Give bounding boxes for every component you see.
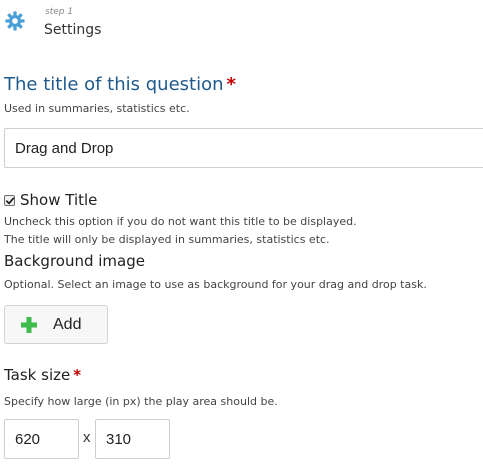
show-title-label: Show Title <box>20 191 98 209</box>
size-separator: x <box>83 429 91 446</box>
show-title-description-line2: The title will only be displayed in summ… <box>4 233 330 246</box>
question-title-label: The title of this question * <box>4 74 236 95</box>
task-size-description: Specify how large (in px) the play area … <box>4 395 278 408</box>
task-size-required-marker: * <box>73 366 82 384</box>
add-background-button[interactable]: Add <box>4 305 108 344</box>
task-width-input[interactable] <box>4 419 79 459</box>
gear-icon <box>5 11 25 31</box>
task-size-label: Task size * <box>4 366 81 384</box>
background-image-label: Background image <box>4 252 145 270</box>
step-number: step 1 <box>45 7 74 17</box>
step-header: step 1 Settings <box>0 0 483 48</box>
add-button-label: Add <box>53 316 82 333</box>
show-title-checkbox[interactable] <box>4 195 15 206</box>
question-title-text: The title of this question <box>4 74 224 95</box>
background-image-description: Optional. Select an image to use as back… <box>4 278 427 291</box>
task-size-text: Task size <box>4 366 71 384</box>
step-title: Settings <box>44 22 102 38</box>
task-height-input[interactable] <box>95 419 170 459</box>
checkmark-icon <box>5 197 15 205</box>
question-title-description: Used in summaries, statistics etc. <box>4 102 190 115</box>
plus-icon <box>21 317 37 333</box>
question-title-input[interactable] <box>4 128 483 168</box>
show-title-description-line1: Uncheck this option if you do not want t… <box>4 215 357 228</box>
required-marker: * <box>226 74 236 95</box>
